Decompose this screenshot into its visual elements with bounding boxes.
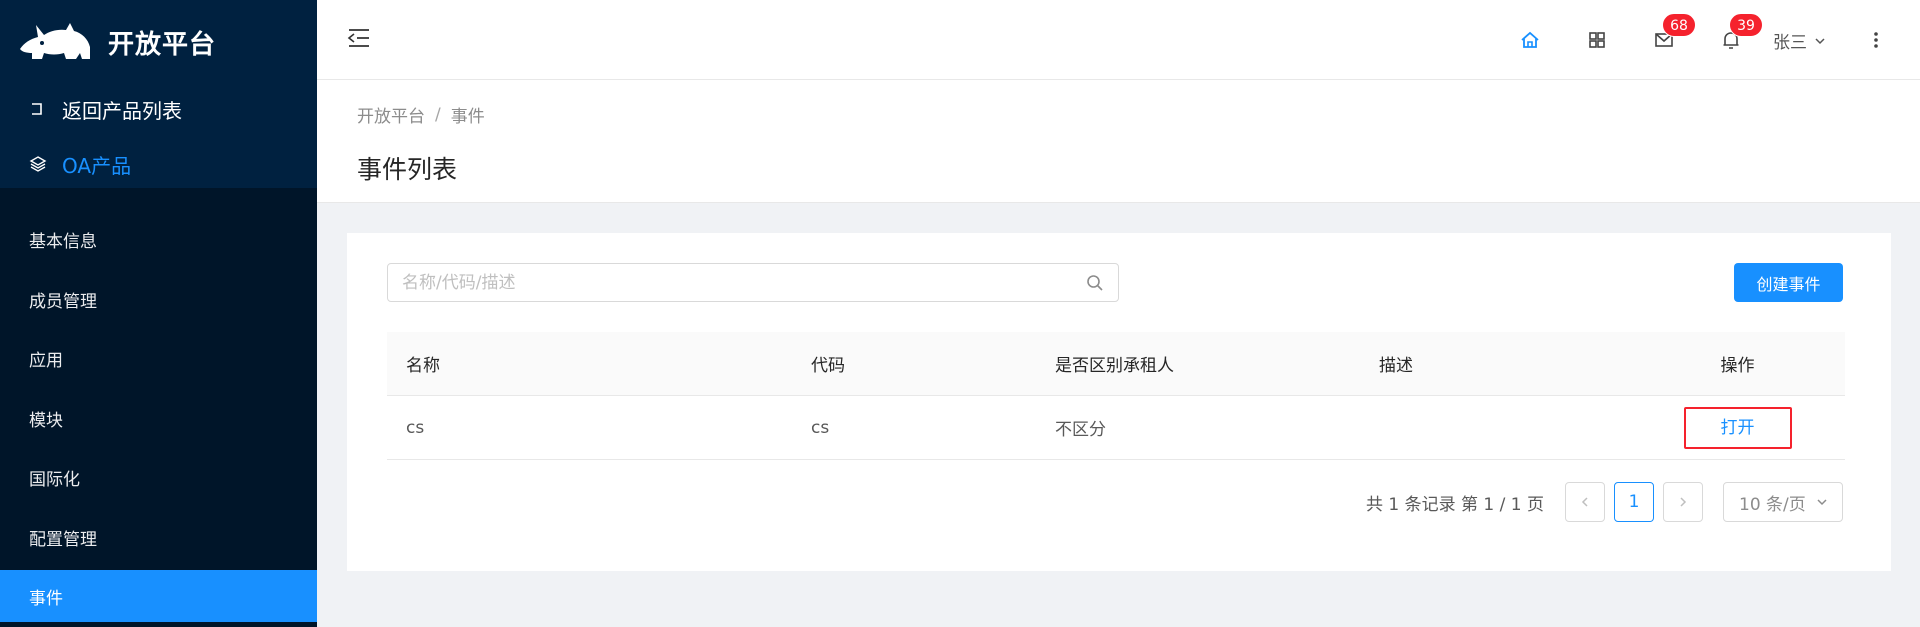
column-header-actions: 操作 <box>1720 356 1755 376</box>
sidebar-item-label: 事件 <box>29 588 63 609</box>
notification-count-badge: 39 <box>1729 13 1763 37</box>
pagination-total: 共 1 条记录 第 1 / 1 页 <box>1365 494 1544 515</box>
search-box <box>387 263 1119 302</box>
create-event-button[interactable]: 创建事件 <box>1734 263 1843 302</box>
page-size-value: 10 条/页 <box>1739 494 1806 515</box>
table-header: 名称 代码 是否区别承租人 描述 操作 <box>387 332 1845 396</box>
user-menu[interactable]: 张三 <box>1773 28 1826 53</box>
breadcrumb-root[interactable]: 开放平台 <box>357 102 425 127</box>
next-page-button[interactable] <box>1663 482 1703 522</box>
breadcrumb-current: 事件 <box>450 107 485 127</box>
page-size-select[interactable]: 10 条/页 <box>1723 482 1843 522</box>
back-label: 返回产品列表 <box>62 98 182 123</box>
current-product[interactable]: OA产品 <box>29 147 131 181</box>
open-event-link[interactable]: 打开 <box>1683 406 1792 449</box>
page-title: 事件列表 <box>357 155 458 184</box>
chevron-down-icon <box>1817 499 1827 506</box>
content-card: 创建事件 名称 代码 是否区别承租人 描述 操作 cs cs 不区分 打开 共 … <box>347 233 1891 571</box>
rhino-logo-icon <box>20 23 90 59</box>
breadcrumb-separator: / <box>435 104 441 125</box>
top-header: 68 39 张三 <box>317 0 1920 80</box>
cell-actions: 打开 <box>1630 406 1845 449</box>
menu-fold-icon[interactable] <box>347 27 371 49</box>
sidebar-item-label: 基本信息 <box>29 232 97 253</box>
cell-code: cs <box>811 417 830 438</box>
return-icon <box>32 103 42 115</box>
prev-page-button[interactable] <box>1565 482 1605 522</box>
sidebar-item-i18n[interactable]: 国际化 <box>0 448 317 508</box>
cell-tenant: 不区分 <box>1055 420 1106 440</box>
column-header-code: 代码 <box>811 356 845 376</box>
sidebar-item-label: 配置管理 <box>29 529 97 550</box>
sidebar-item-config[interactable]: 配置管理 <box>0 508 317 568</box>
sidebar-item-label: 应用 <box>29 351 63 372</box>
search-input[interactable] <box>388 264 1048 301</box>
sidebar-item-basic-info[interactable]: 基本信息 <box>0 210 317 270</box>
sidebar-item-label: 成员管理 <box>29 291 97 312</box>
logo[interactable]: 开放平台 <box>18 18 216 66</box>
sidebar-header: 开放平台 返回产品列表 OA产品 <box>0 0 317 188</box>
pagination: 共 1 条记录 第 1 / 1 页 1 10 条/页 <box>1366 482 1843 522</box>
sidebar: 开放平台 返回产品列表 OA产品 基本信息 成员管理 应用 模块 国际化 配置管… <box>0 0 317 627</box>
sidebar-item-members[interactable]: 成员管理 <box>0 270 317 330</box>
mail-count-badge: 68 <box>1662 13 1696 37</box>
sidebar-menu: 基本信息 成员管理 应用 模块 国际化 配置管理 事件 <box>0 210 317 622</box>
sidebar-item-modules[interactable]: 模块 <box>0 389 317 449</box>
column-header-description: 描述 <box>1379 356 1413 376</box>
apps-grid-icon[interactable] <box>1586 29 1608 51</box>
column-header-tenant: 是否区别承租人 <box>1055 356 1174 376</box>
sidebar-item-apps[interactable]: 应用 <box>0 329 317 389</box>
chevron-down-icon <box>1815 37 1825 44</box>
user-name: 张三 <box>1773 33 1807 53</box>
sidebar-item-label: 国际化 <box>29 470 80 491</box>
events-table: 名称 代码 是否区别承租人 描述 操作 cs cs 不区分 打开 <box>387 332 1845 460</box>
chevron-left-icon <box>1581 497 1588 507</box>
logo-text: 开放平台 <box>108 29 217 60</box>
page-header: 开放平台 / 事件 事件列表 <box>317 80 1920 203</box>
chevron-right-icon <box>1680 497 1687 507</box>
cell-name: cs <box>406 417 425 438</box>
page-1-button[interactable]: 1 <box>1614 482 1654 522</box>
layers-icon <box>29 156 47 172</box>
breadcrumb: 开放平台 / 事件 <box>357 102 485 128</box>
back-to-product-list[interactable]: 返回产品列表 <box>29 92 182 126</box>
product-label: OA产品 <box>62 153 132 178</box>
column-header-name: 名称 <box>406 356 440 376</box>
sidebar-item-label: 模块 <box>29 410 63 431</box>
more-vertical-icon[interactable] <box>1865 29 1887 51</box>
search-icon[interactable] <box>1086 274 1104 292</box>
table-row: cs cs 不区分 打开 <box>387 396 1845 460</box>
home-icon[interactable] <box>1519 29 1541 51</box>
sidebar-item-events[interactable]: 事件 <box>0 570 317 622</box>
